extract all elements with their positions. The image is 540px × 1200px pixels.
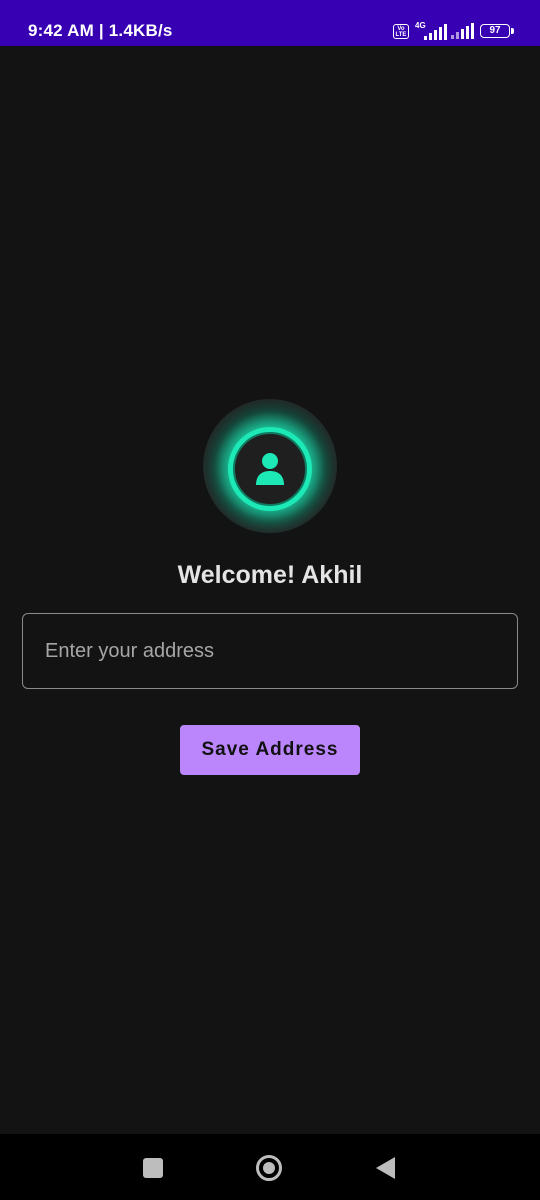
save-address-button[interactable]: Save Address [180, 725, 360, 775]
navigation-bar [0, 1134, 540, 1200]
signal-strength-icon [451, 23, 474, 39]
battery-icon: 97 [480, 24, 514, 38]
battery-level: 97 [489, 25, 501, 36]
address-input[interactable] [43, 614, 497, 688]
status-bar: 9:42 AM | 1.4KB/s Vo LTE 4G 97 [0, 0, 540, 46]
status-time-speed: 9:42 AM | 1.4KB/s [28, 21, 173, 40]
volte-icon: Vo LTE [393, 23, 409, 39]
person-icon [256, 453, 284, 485]
status-icons: Vo LTE 4G 97 [393, 20, 514, 42]
welcome-title: Welcome! Akhil [177, 561, 363, 589]
signal-4g-icon: 4G [415, 22, 447, 40]
address-field[interactable] [22, 613, 518, 689]
triangle-back-icon[interactable] [376, 1157, 395, 1179]
square-recents-icon[interactable] [143, 1158, 163, 1178]
avatar[interactable] [233, 432, 307, 506]
circle-home-icon[interactable] [256, 1155, 282, 1181]
